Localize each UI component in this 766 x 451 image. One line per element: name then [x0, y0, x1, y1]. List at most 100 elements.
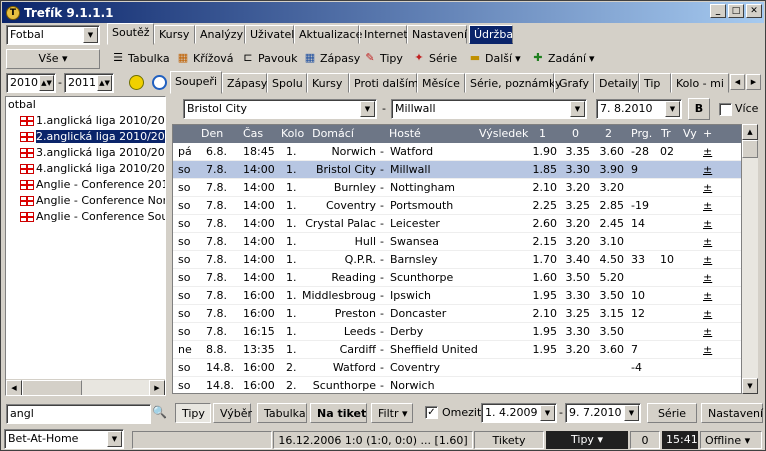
- date-from-picker[interactable]: 1. 4.2009 ▼: [481, 403, 557, 423]
- subtab-grafy[interactable]: Grafy: [554, 73, 594, 93]
- add-cell[interactable]: ±: [703, 179, 712, 197]
- subtab-kursy[interactable]: Kursy: [307, 73, 349, 93]
- nastaveni-bottom-button[interactable]: Nastavení: [701, 403, 763, 423]
- table-vertical-scrollbar[interactable]: ▲ ▼: [742, 124, 758, 394]
- chevron-down-icon[interactable]: ▼: [540, 405, 555, 421]
- zadani-button[interactable]: ✚ Zadání ▾: [531, 49, 594, 67]
- column-header[interactable]: Tr: [661, 125, 671, 143]
- tab-aktualizace[interactable]: Aktualizace: [294, 25, 362, 44]
- mode-status-dropdown[interactable]: Offline ▾: [700, 431, 762, 449]
- table-row[interactable]: so 7.8. 16:15 1. Leeds Derby 1.95 3.30 3.50 ± -: [173, 323, 741, 341]
- tabulka-bottom-button[interactable]: Tabulka: [257, 403, 307, 423]
- krizova-button[interactable]: ▦ Křížová: [176, 49, 234, 67]
- spinner-arrows-icon[interactable]: ▲▼: [97, 75, 112, 91]
- tree-item-league[interactable]: 1.anglická liga 2010/2011: [6, 113, 165, 129]
- zapasy-button[interactable]: ▦ Zápasy: [303, 49, 360, 67]
- scroll-right-icon[interactable]: ▶: [149, 380, 165, 395]
- tipy-status-dropdown[interactable]: Tipy ▾: [546, 431, 628, 449]
- add-cell[interactable]: ±: [703, 197, 712, 215]
- tree-item-league[interactable]: 2.anglická liga 2010/2011: [6, 129, 165, 145]
- column-header[interactable]: Domácí: [293, 125, 373, 143]
- filter-dropdown-button[interactable]: Vše ▾: [6, 49, 100, 69]
- add-cell[interactable]: ±: [703, 341, 712, 359]
- omezit-checkbox[interactable]: ✓: [425, 406, 438, 419]
- subtab-kolo[interactable]: Kolo - mi: [671, 73, 729, 93]
- scroll-thumb[interactable]: [22, 380, 82, 395]
- tab-soutez[interactable]: Soutěž: [107, 23, 154, 45]
- close-button[interactable]: ✕: [746, 4, 762, 18]
- table-row[interactable]: so 7.8. 14:00 1. Coventry Portsmouth 2.25 3.25 2…: [173, 197, 741, 215]
- add-cell[interactable]: ±: [703, 161, 712, 179]
- tree-horizontal-scrollbar[interactable]: ◀ ▶: [6, 379, 165, 395]
- column-header[interactable]: 1: [539, 125, 546, 143]
- tree-root[interactable]: otbal: [6, 97, 165, 113]
- add-cell[interactable]: ±: [703, 287, 712, 305]
- tipy-button[interactable]: ✎ Tipy: [363, 49, 403, 67]
- sport-select[interactable]: Fotbal ▼: [6, 25, 100, 45]
- match-date-picker[interactable]: 7. 8.2010 ▼: [596, 99, 682, 119]
- scroll-thumb[interactable]: [742, 140, 758, 158]
- subtab-souperi[interactable]: Soupeři: [170, 71, 222, 94]
- title-bar[interactable]: T Trefík 9.1.1.1 _ □ ✕: [2, 2, 764, 23]
- subtab-zapasy[interactable]: Zápasy: [222, 73, 267, 93]
- tabulka-button[interactable]: ☰ Tabulka: [111, 49, 170, 67]
- add-cell[interactable]: ±: [703, 215, 712, 233]
- table-row[interactable]: so 14.8. 16:00 2. Scunthorpe Norwich -: [173, 377, 741, 393]
- tab-uzivatel[interactable]: Uživatel: [245, 25, 294, 44]
- add-cell[interactable]: ±: [703, 233, 712, 251]
- yellow-circle-icon[interactable]: [129, 75, 144, 90]
- scroll-down-icon[interactable]: ▼: [742, 378, 758, 394]
- matches-table[interactable]: Den Čas Kolo Domácí Hosté Výsledek 1 0 2 Prg. Tr Vy…: [172, 124, 742, 394]
- column-header[interactable]: +: [703, 125, 712, 143]
- table-row[interactable]: so 7.8. 14:00 1. Hull Swansea 2.15 3.20 3.10 ± -: [173, 233, 741, 251]
- column-header[interactable]: Den: [201, 125, 223, 143]
- tipy-toggle[interactable]: Tipy: [175, 403, 211, 423]
- vyber-button[interactable]: Výběr: [213, 403, 252, 423]
- subtab-mesice[interactable]: Měsíce: [417, 73, 465, 93]
- column-header[interactable]: Hosté: [389, 125, 421, 143]
- tikety-status[interactable]: Tikety: [474, 431, 544, 449]
- maximize-button[interactable]: □: [728, 4, 744, 18]
- chevron-down-icon[interactable]: ▼: [107, 431, 122, 447]
- refresh-icon[interactable]: [152, 75, 167, 90]
- vice-checkbox[interactable]: [719, 103, 732, 116]
- filtr-button[interactable]: Filtr ▾: [371, 403, 413, 423]
- add-cell[interactable]: ±: [703, 305, 712, 323]
- table-row[interactable]: so 7.8. 16:00 1. Middlesbroug Ipswich 1.95 3.30…: [173, 287, 741, 305]
- tree-item-league[interactable]: 4.anglická liga 2010/2011: [6, 161, 165, 177]
- chevron-down-icon[interactable]: ▼: [624, 405, 639, 421]
- subtab-proti-dalsim[interactable]: Proti dalším: [349, 73, 419, 93]
- add-cell[interactable]: ±: [703, 143, 712, 161]
- column-header[interactable]: Čas: [243, 125, 263, 143]
- subtab-spolu[interactable]: Spolu: [267, 73, 307, 93]
- column-header[interactable]: Vy: [683, 125, 697, 143]
- column-header[interactable]: Výsledek: [479, 125, 528, 143]
- add-cell[interactable]: ±: [703, 323, 712, 341]
- dalsi-button[interactable]: ▬ Další ▾: [468, 49, 521, 67]
- chevron-down-icon[interactable]: ▼: [360, 101, 375, 117]
- scroll-up-icon[interactable]: ▲: [742, 124, 758, 140]
- table-row[interactable]: so 7.8. 14:00 1. Burnley Nottingham 2.10 3.20 3.…: [173, 179, 741, 197]
- home-team-select[interactable]: Bristol City ▼: [183, 99, 377, 119]
- subtab-tip[interactable]: Tip: [639, 73, 671, 93]
- chevron-down-icon[interactable]: ▼: [570, 101, 585, 117]
- tab-internet[interactable]: Internet: [359, 25, 408, 44]
- na-tiket-button[interactable]: Na tiket: [310, 403, 367, 423]
- tab-nastaveni[interactable]: Nastavení: [407, 25, 467, 44]
- table-row[interactable]: so 7.8. 16:00 1. Preston Doncaster 2.10 3.25 3.1…: [173, 305, 741, 323]
- tree-item-league[interactable]: 3.anglická liga 2010/2011: [6, 145, 165, 161]
- spinner-arrows-icon[interactable]: ▲▼: [39, 75, 54, 91]
- table-row[interactable]: so 7.8. 14:00 1. Crystal Palac Leicester 2.60 3…: [173, 215, 741, 233]
- add-cell[interactable]: ±: [703, 269, 712, 287]
- tab-kursy[interactable]: Kursy: [154, 25, 195, 44]
- table-row[interactable]: so 7.8. 14:00 1. Q.P.R. Barnsley 1.70 3.40 4.50 3…: [173, 251, 741, 269]
- tree-item-league[interactable]: Anglie - Conference 2010/2011: [6, 177, 165, 193]
- tab-scroll-right-icon[interactable]: ▶: [746, 74, 761, 90]
- bold-button[interactable]: B: [688, 98, 710, 120]
- table-row[interactable]: ne 8.8. 13:35 1. Cardiff Sheffield United 1.95…: [173, 341, 741, 359]
- column-header[interactable]: 2: [605, 125, 612, 143]
- away-team-select[interactable]: Millwall ▼: [391, 99, 587, 119]
- bookmaker-select[interactable]: Bet-At-Home ▼: [4, 429, 124, 449]
- tab-scroll-left-icon[interactable]: ◀: [730, 74, 745, 90]
- tab-udrzba[interactable]: Údržba: [469, 25, 513, 44]
